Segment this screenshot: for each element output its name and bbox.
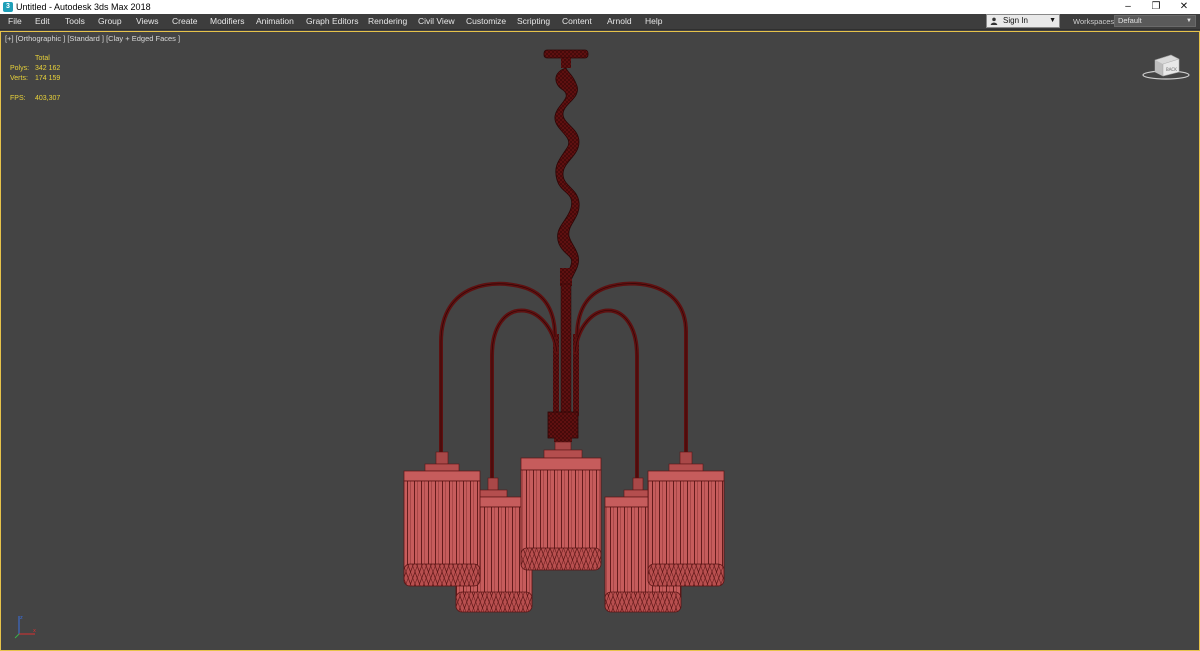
verts-label: Verts:: [10, 75, 28, 82]
svg-text:z: z: [20, 615, 23, 621]
axis-tripod-icon: z x: [14, 615, 36, 639]
menu-group[interactable]: Group: [98, 14, 122, 28]
title-bar: 3 Untitled - Autodesk 3ds Max 2018 – ❐ ✕: [0, 0, 1200, 14]
lamp-shade-front-left: [403, 451, 481, 587]
lamp-shade-front-right: [647, 451, 725, 587]
chevron-down-icon: ▼: [1049, 17, 1056, 24]
verts-value: 174 159: [35, 75, 61, 82]
fps-label: FPS:: [10, 95, 26, 102]
menu-edit[interactable]: Edit: [35, 14, 50, 28]
menu-modifiers[interactable]: Modifiers: [210, 14, 244, 28]
menu-arnold[interactable]: Arnold: [607, 14, 632, 28]
svg-text:BACK: BACK: [1166, 67, 1177, 72]
menu-customize[interactable]: Customize: [466, 14, 506, 28]
menu-file[interactable]: File: [8, 14, 22, 28]
app-icon[interactable]: 3: [3, 2, 13, 12]
menu-views[interactable]: Views: [136, 14, 159, 28]
menu-scripting[interactable]: Scripting: [517, 14, 550, 28]
menu-content[interactable]: Content: [562, 14, 592, 28]
chandelier-model[interactable]: [1, 32, 1199, 650]
menu-animation[interactable]: Animation: [256, 14, 294, 28]
chevron-down-icon: ▼: [1186, 18, 1192, 24]
svg-text:x: x: [33, 628, 36, 634]
sign-in-dropdown[interactable]: Sign In ▼: [986, 14, 1060, 28]
workspaces-label: Workspaces:: [1073, 17, 1117, 26]
workspaces-select[interactable]: Default ▼: [1114, 15, 1196, 27]
menu-create[interactable]: Create: [172, 14, 198, 28]
menu-graph-editors[interactable]: Graph Editors: [306, 14, 358, 28]
center-stem: [547, 283, 579, 439]
menu-help[interactable]: Help: [645, 14, 662, 28]
menu-tools[interactable]: Tools: [65, 14, 85, 28]
viewcube-icon[interactable]: BACK: [1141, 52, 1191, 82]
menu-civil-view[interactable]: Civil View: [418, 14, 455, 28]
restore-icon[interactable]: ❐: [1142, 0, 1170, 14]
viewport-label-menu[interactable]: [+] [Orthographic ] [Standard ] [Clay + …: [5, 34, 180, 44]
workspaces-value: Default: [1118, 16, 1142, 25]
stats-header: Total: [35, 55, 50, 62]
menu-rendering[interactable]: Rendering: [368, 14, 407, 28]
polys-label: Polys:: [10, 65, 30, 72]
lamp-shade-center: [520, 436, 602, 571]
sign-in-label: Sign In: [1003, 16, 1028, 25]
viewport[interactable]: [+] [Orthographic ] [Standard ] [Clay + …: [0, 31, 1200, 651]
fps-value: 403,307: [35, 95, 61, 102]
polys-value: 342 162: [35, 65, 61, 72]
viewport-statistics: Total Polys: 342 162 Verts: 174 159 FPS:…: [10, 54, 70, 104]
window-title: Untitled - Autodesk 3ds Max 2018: [16, 2, 151, 12]
chain-and-canopy: [543, 49, 589, 286]
minimize-icon[interactable]: –: [1114, 0, 1142, 14]
user-icon: [990, 17, 998, 25]
close-icon[interactable]: ✕: [1170, 0, 1198, 14]
